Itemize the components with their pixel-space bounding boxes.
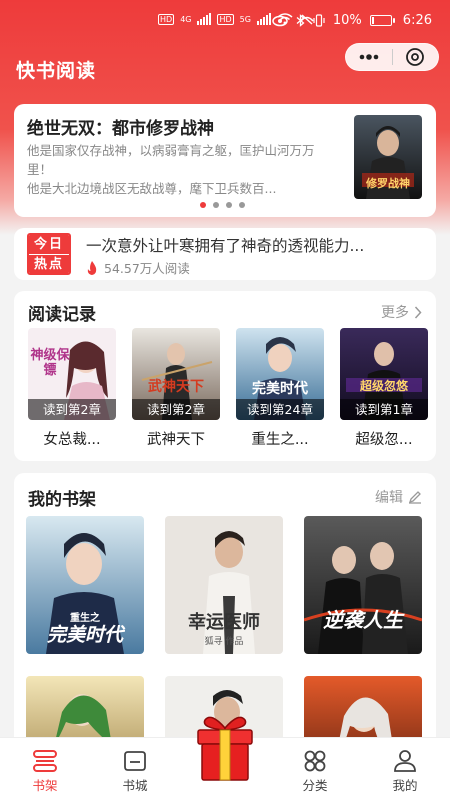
history-progress: 读到第1章 <box>340 399 428 420</box>
carousel-dot[interactable] <box>239 202 245 208</box>
bookshelf-icon <box>33 750 57 772</box>
history-progress: 读到第2章 <box>28 399 116 420</box>
featured-description: 他是国家仅存战神，以病弱膏肓之躯，匡护山河万万里！ 他是大北边境战区无敌战尊，麾… <box>27 141 335 198</box>
history-item[interactable]: 武神天下 读到第2章 武神天下 <box>132 328 220 449</box>
history-item[interactable]: 神级保镖 读到第2章 女总裁... <box>28 328 116 449</box>
hot-readers: 54.57万人阅读 <box>86 258 190 277</box>
history-progress: 读到第2章 <box>132 399 220 420</box>
gift-icon <box>197 716 253 781</box>
category-icon <box>304 750 326 772</box>
eye-icon <box>272 15 288 26</box>
hot-badge-bottom: 热点 <box>29 254 69 273</box>
featured-desc-line-1: 他是国家仅存战神，以病弱膏肓之躯，匡护山河万万里！ <box>27 143 315 177</box>
history-title: 阅读记录 <box>28 305 96 325</box>
edit-label: 编辑 <box>375 490 403 506</box>
readers-count: 54.57万人阅读 <box>104 261 190 276</box>
history-cover-title: 神级保镖 <box>30 348 70 378</box>
carousel-dot[interactable] <box>213 202 219 208</box>
history-cover-title: 完美时代 <box>252 381 308 397</box>
bookstore-icon <box>124 751 146 771</box>
today-hot-badge: 今日 热点 <box>27 233 71 275</box>
history-cover: 神级保镖 读到第2章 <box>28 328 116 420</box>
history-book-name: 女总裁... <box>43 432 101 448</box>
more-dots-icon <box>359 54 379 60</box>
reading-history-section: 阅读记录 更多 神级保镖 读到第2章 女总裁... 武神天下 读到第2章 武神天… <box>14 291 436 461</box>
hd-badge-1: HD <box>158 13 175 25</box>
shelf-title: 我的书架 <box>28 490 96 510</box>
close-icon <box>406 48 425 66</box>
more-menu-button[interactable] <box>346 44 392 70</box>
hot-headline: 一次意外让叶寒拥有了神奇的透视能力... <box>86 237 365 255</box>
shelf-book[interactable]: 幸运医师 狐寻 作品 <box>165 516 283 654</box>
featured-book-card[interactable]: 绝世无双：都市修罗战神 他是国家仅存战神，以病弱膏肓之躯，匡护山河万万里！ 他是… <box>14 104 436 217</box>
network-type-2: 5G <box>239 14 251 24</box>
mini-program-capsule <box>345 43 439 71</box>
signal-strength-2-icon <box>256 13 271 25</box>
profile-icon <box>394 750 416 772</box>
history-more-button[interactable]: 更多 <box>381 302 422 322</box>
today-hot-card[interactable]: 今日 热点 一次意外让叶寒拥有了神奇的透视能力... 54.57万人阅读 <box>14 228 436 280</box>
status-bar: HD 4G HD 5G 10% 6:26 <box>0 0 450 42</box>
app-title: 快书阅读 <box>16 60 97 82</box>
tab-label: 我的 <box>392 778 418 793</box>
shelf-cover-title: 逆袭人生 <box>323 608 403 632</box>
featured-title: 绝世无双：都市修罗战神 <box>27 119 214 139</box>
bluetooth-icon <box>296 14 305 27</box>
hot-badge-top: 今日 <box>29 235 69 254</box>
history-list: 神级保镖 读到第2章 女总裁... 武神天下 读到第2章 武神天下 完美时代 读… <box>28 328 428 449</box>
shelf-cover-art-3 <box>304 516 422 654</box>
tab-bookshelf[interactable]: 书架 <box>0 738 90 800</box>
tab-label: 书架 <box>32 778 58 793</box>
shelf-cover-sub: 狐寻 作品 <box>204 637 244 647</box>
history-item[interactable]: 超级忽悠 读到第1章 超级忽... <box>340 328 428 449</box>
history-cover-title: 超级忽悠 <box>359 379 408 393</box>
signal-strength-icon <box>197 13 212 25</box>
featured-cover-title: 修罗战神 <box>366 177 410 190</box>
tab-category[interactable]: 分类 <box>270 738 360 800</box>
shelf-book[interactable]: 重生之 完美时代 <box>26 516 144 654</box>
more-label: 更多 <box>381 305 409 321</box>
history-cover: 完美时代 读到第24章 <box>236 328 324 420</box>
carousel-dot[interactable] <box>226 202 232 208</box>
status-right-group: 10% 6:26 <box>272 13 432 28</box>
history-cover: 武神天下 读到第2章 <box>132 328 220 420</box>
history-cover-title: 武神天下 <box>148 379 204 395</box>
fire-icon <box>87 260 97 275</box>
history-book-name: 超级忽... <box>355 432 413 448</box>
history-book-name: 重生之... <box>251 432 309 448</box>
vibrate-icon <box>313 14 325 27</box>
battery-icon <box>369 15 395 26</box>
carousel-dot[interactable] <box>200 202 206 208</box>
history-progress: 读到第24章 <box>236 399 324 420</box>
shelf-cover-title: 幸运医师 <box>188 612 260 633</box>
gift-button[interactable] <box>193 712 257 784</box>
tab-profile[interactable]: 我的 <box>360 738 450 800</box>
chevron-right-icon <box>414 305 422 319</box>
close-mini-program-button[interactable] <box>393 44 439 70</box>
hd-badge-2: HD <box>217 13 234 25</box>
shelf-cover-title: 完美时代 <box>46 624 123 646</box>
featured-cover[interactable]: 修罗战神 <box>354 115 422 199</box>
featured-desc-line-2: 他是大北边境战区无敌战尊，麾下卫兵数百... <box>27 181 277 196</box>
tab-label: 分类 <box>302 778 328 793</box>
pencil-icon <box>408 491 421 504</box>
carousel-dots <box>200 202 245 208</box>
shelf-book[interactable]: 逆袭人生 <box>304 516 422 654</box>
tab-bookstore[interactable]: 书城 <box>90 738 180 800</box>
tab-label: 书城 <box>122 778 148 793</box>
battery-percent: 10% <box>332 13 362 28</box>
history-book-name: 武神天下 <box>147 432 205 448</box>
shelf-edit-button[interactable]: 编辑 <box>375 487 422 507</box>
history-cover: 超级忽悠 读到第1章 <box>340 328 428 420</box>
history-item[interactable]: 完美时代 读到第24章 重生之... <box>236 328 324 449</box>
clock: 6:26 <box>402 13 432 28</box>
network-type-1: 4G <box>180 14 192 24</box>
